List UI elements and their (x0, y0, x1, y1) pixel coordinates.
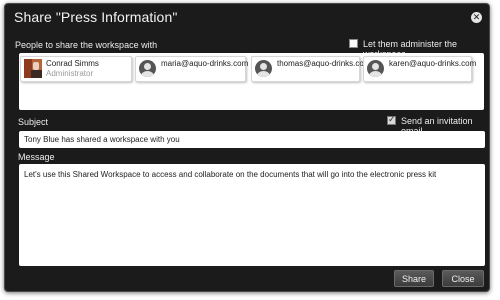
share-button[interactable]: Share (394, 270, 434, 287)
person-email: thomas@aquo-drinks.com (277, 59, 371, 68)
close-button[interactable]: Close (442, 270, 484, 287)
user-icon (367, 60, 384, 77)
subject-label: Subject (18, 117, 49, 127)
person-role: Administrator (46, 69, 94, 78)
close-icon[interactable]: ✕ (471, 12, 482, 23)
share-dialog: Share "Press Information" ✕ People to sh… (4, 3, 490, 292)
dialog-title: Share "Press Information" (14, 9, 178, 25)
person-chip-thomas[interactable]: thomas@aquo-drinks.com (251, 56, 371, 82)
message-label: Message (18, 152, 55, 162)
invite-checkbox[interactable] (387, 114, 396, 125)
person-chip-karen[interactable]: karen@aquo-drinks.com (363, 56, 476, 82)
person-name: Conrad Simms (46, 59, 99, 68)
person-email: karen@aquo-drinks.com (389, 59, 477, 68)
subject-input[interactable]: Tony Blue has shared a workspace with yo… (19, 131, 485, 148)
person-chip-conrad[interactable]: Conrad Simms Administrator (20, 56, 132, 82)
person-chip-maria[interactable]: maria@aquo-drinks.com (135, 56, 249, 82)
message-textarea[interactable]: Let's use this Shared Workspace to acces… (19, 164, 485, 266)
avatar (24, 59, 42, 78)
user-icon (139, 60, 156, 77)
people-label: People to share the workspace with (15, 40, 158, 50)
people-list[interactable]: Conrad Simms Administrator maria@aquo-dr… (19, 53, 484, 110)
user-icon (255, 60, 272, 77)
person-email: maria@aquo-drinks.com (161, 59, 249, 68)
admin-checkbox[interactable] (349, 39, 358, 48)
